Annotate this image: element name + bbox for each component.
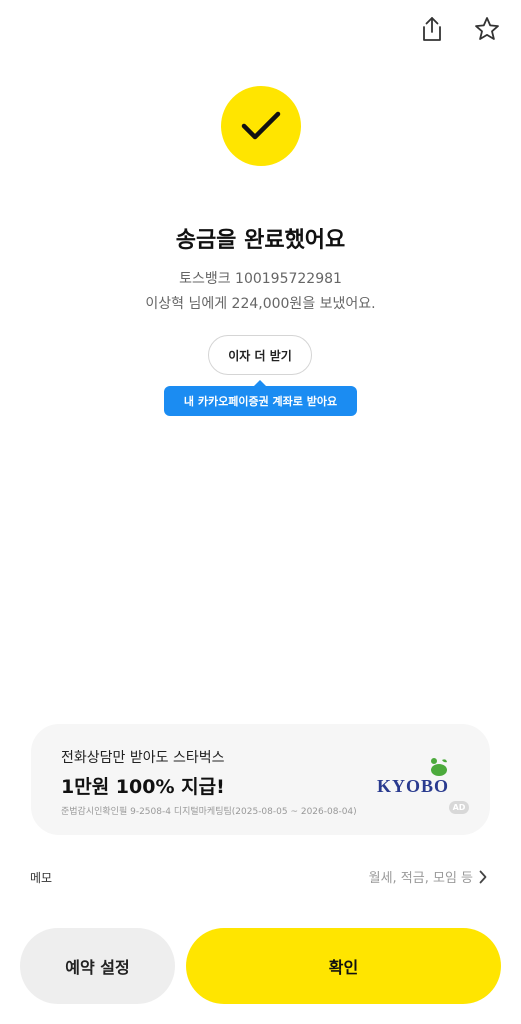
- kyobo-logo: KYOBO: [377, 754, 451, 796]
- confirm-button[interactable]: 확인: [186, 928, 501, 1004]
- recipient-bank-account: 토스뱅크 100195722981: [179, 271, 342, 287]
- memo-placeholder: 월세, 적금, 모임 등: [368, 871, 473, 886]
- chevron-right-icon: [479, 870, 487, 883]
- ad-disclaimer: 준법감시인확인필 9-2508-4 디지털마케팅팀(2025-08-05 ~ 2…: [61, 807, 357, 817]
- star-outline-icon[interactable]: [472, 14, 502, 44]
- memo-field[interactable]: 월세, 적금, 모임 등: [369, 867, 487, 886]
- transfer-amount-message: 이상혁 님에게 224,000원을 보냈어요.: [145, 296, 376, 312]
- check-icon: [241, 111, 281, 140]
- more-interest-button[interactable]: 이자 더 받기: [208, 335, 312, 375]
- ad-badge: AD: [449, 801, 469, 814]
- ad-banner[interactable]: 전화상담만 받아도 스타벅스 1만원 100% 지급! 준법감시인확인필 9-2…: [31, 724, 490, 835]
- ad-offer: 1만원 100% 지급!: [61, 776, 225, 798]
- interest-tooltip: 내 카카오페이증권 계좌로 받아요: [164, 380, 357, 416]
- kyobo-brand-text: KYOBO: [377, 776, 450, 796]
- transfer-complete-title: 송금을 완료했어요: [175, 228, 346, 253]
- memo-label: 메모: [30, 871, 53, 885]
- ad-headline: 전화상담만 받아도 스타벅스: [61, 750, 225, 766]
- share-icon[interactable]: [417, 14, 447, 44]
- success-check-badge: [221, 86, 301, 166]
- kyobo-bird-icon: [431, 758, 447, 776]
- schedule-button[interactable]: 예약 설정: [20, 928, 175, 1004]
